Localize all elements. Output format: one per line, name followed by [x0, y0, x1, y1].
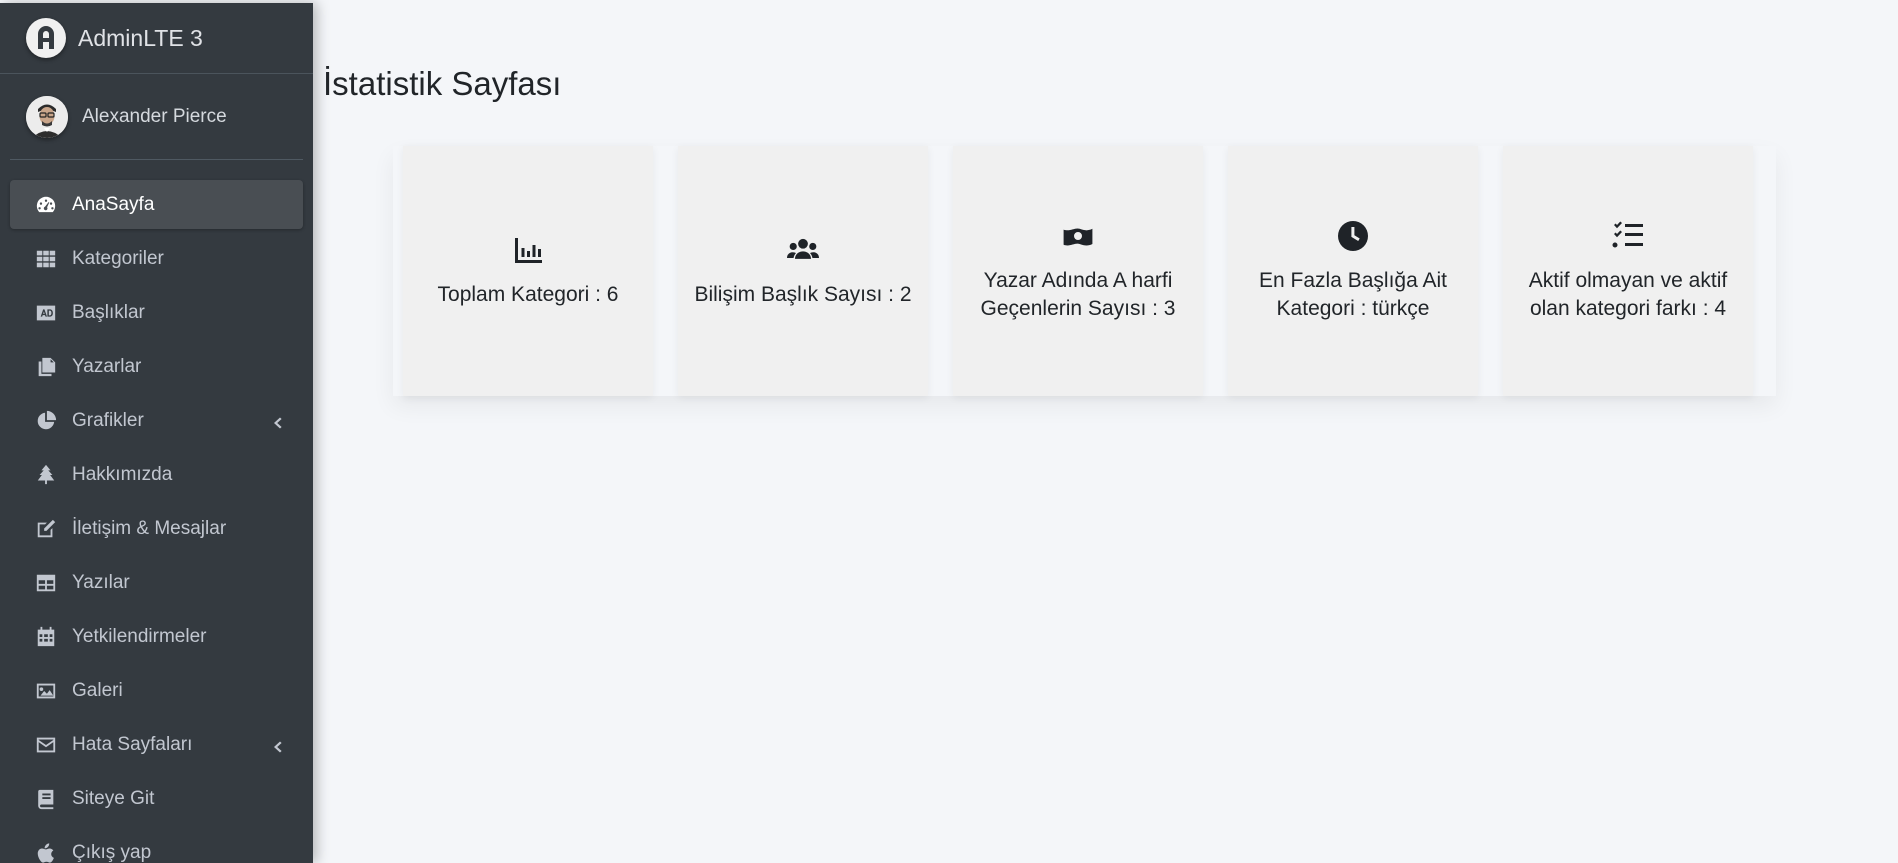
stat-card-line: Aktif olmayan ve aktif: [1528, 269, 1728, 292]
sidebar-item-kategoriler[interactable]: Kategoriler: [10, 234, 303, 283]
sidebar-item-yetkilendirmeler[interactable]: Yetkilendirmeler: [10, 612, 303, 661]
sidebar-item-label: Yetkilendirmeler: [72, 625, 207, 647]
pie-chart-icon: [34, 409, 58, 433]
brand-link[interactable]: AdminLTE 3: [0, 3, 313, 74]
sidebar-item-label: Çıkış yap: [72, 841, 152, 863]
sidebar-item-label: Yazarlar: [72, 355, 142, 377]
user-panel[interactable]: Alexander Pierce: [10, 74, 303, 160]
sidebar-item-label: Yazılar: [72, 571, 130, 593]
table-icon: [34, 571, 58, 595]
list-check-icon: [1611, 219, 1645, 253]
stats-cards-row: Toplam Kategori : 6 Bilişim Başlık Sayıs…: [393, 146, 1776, 396]
image-icon: [34, 679, 58, 703]
sidebar-item-label: AnaSayfa: [72, 193, 155, 215]
sidebar-item-anasayfa[interactable]: AnaSayfa: [10, 180, 303, 229]
users-icon: [786, 233, 820, 267]
stat-card-line: Kategori : türkçe: [1276, 297, 1430, 320]
stat-card-text: Yazar Adında A harfi Geçenlerin Sayısı :…: [969, 267, 1188, 323]
edit-icon: [34, 517, 58, 541]
sidebar-item-label: Hakkımızda: [72, 463, 173, 485]
content-wrapper: İstatistik Sayfası Toplam Kategori : 6 B…: [313, 3, 1898, 863]
copy-icon: [34, 355, 58, 379]
envelope-icon: [34, 733, 58, 757]
tree-icon: [34, 463, 58, 487]
sidebar-nav: AnaSayfa Kategoriler Başlıklar Yazarlar: [0, 180, 313, 863]
sidebar-item-label: İletişim & Mesajlar: [72, 517, 227, 539]
sidebar-item-hakkimizda[interactable]: Hakkımızda: [10, 450, 303, 499]
stat-card-line: Toplam Kategori : 6: [437, 283, 619, 306]
sidebar-item-siteye-git[interactable]: Siteye Git: [10, 774, 303, 823]
clock-icon: [1336, 219, 1370, 253]
stat-card-text: Aktif olmayan ve aktif olan kategori far…: [1517, 267, 1739, 323]
stat-card-category-diff: Aktif olmayan ve aktif olan kategori far…: [1503, 146, 1753, 396]
book-icon: [34, 787, 58, 811]
stat-card-top-category: En Fazla Başlığa Ait Kategori : türkçe: [1228, 146, 1478, 396]
apple-icon: [34, 841, 58, 863]
sidebar-item-basliklar[interactable]: Başlıklar: [10, 288, 303, 337]
stat-card-line: olan kategori farkı : 4: [1529, 297, 1727, 320]
sidebar-item-label: Başlıklar: [72, 301, 145, 323]
sidebar-item-label: Hata Sayfaları: [72, 733, 193, 755]
sidebar-item-yazilar[interactable]: Yazılar: [10, 558, 303, 607]
sidebar-item-label: Kategoriler: [72, 247, 164, 269]
sidebar-item-iletisim[interactable]: İletişim & Mesajlar: [10, 504, 303, 553]
brand-text: AdminLTE 3: [78, 24, 203, 51]
sidebar-item-label: Galeri: [72, 679, 123, 701]
adminlte-logo-icon: [38, 26, 54, 49]
sidebar-item-galeri[interactable]: Galeri: [10, 666, 303, 715]
stat-card-text: En Fazla Başlığa Ait Kategori : türkçe: [1247, 267, 1459, 323]
ad-icon: [34, 301, 58, 325]
brand-logo: [26, 18, 66, 58]
sidebar-item-label: Siteye Git: [72, 787, 155, 809]
stat-card-total-categories: Toplam Kategori : 6: [403, 146, 653, 396]
bar-chart-icon: [511, 233, 545, 267]
chevron-left-icon[interactable]: [271, 414, 283, 428]
chevron-left-icon[interactable]: [271, 738, 283, 752]
tachometer-icon: [34, 193, 58, 217]
stat-card-text: Bilişim Başlık Sayısı : 2: [682, 281, 923, 309]
stat-card-line: Geçenlerin Sayısı : 3: [980, 297, 1176, 320]
sidebar-item-hata-sayfalari[interactable]: Hata Sayfaları: [10, 720, 303, 769]
stat-card-line: En Fazla Başlığa Ait: [1259, 269, 1447, 292]
stat-card-line: Bilişim Başlık Sayısı : 2: [694, 283, 912, 306]
stat-card-authors-with-a: Yazar Adında A harfi Geçenlerin Sayısı :…: [953, 146, 1203, 396]
sidebar-item-yazarlar[interactable]: Yazarlar: [10, 342, 303, 391]
sidebar-item-cikis-yap[interactable]: Çıkış yap: [10, 828, 303, 863]
avatar: [26, 95, 68, 138]
stat-card-text: Toplam Kategori : 6: [426, 281, 631, 309]
user-name: Alexander Pierce: [82, 105, 227, 127]
sidebar: AdminLTE 3 Alexander Pierce AnaSayfa Kat…: [0, 3, 313, 863]
calendar-icon: [34, 625, 58, 649]
sidebar-item-grafikler[interactable]: Grafikler: [10, 396, 303, 445]
page-title: İstatistik Sayfası: [323, 65, 562, 102]
sidebar-item-label: Grafikler: [72, 409, 144, 431]
stat-card-it-headings: Bilişim Başlık Sayısı : 2: [678, 146, 928, 396]
page: AdminLTE 3 Alexander Pierce AnaSayfa Kat…: [0, 0, 1898, 863]
stat-card-line: Yazar Adında A harfi: [983, 269, 1173, 292]
grid-icon: [34, 247, 58, 271]
money-bill-icon: [1061, 219, 1095, 253]
